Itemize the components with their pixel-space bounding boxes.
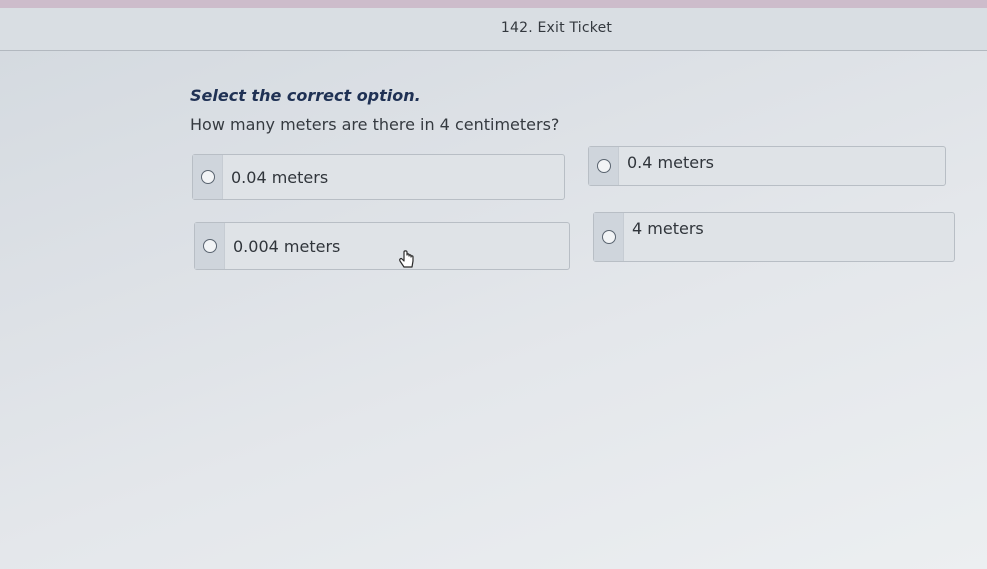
question-instruction: Select the correct option. <box>190 86 421 105</box>
radio-empty-icon[interactable] <box>601 230 616 244</box>
radio-cell <box>594 213 624 261</box>
radio-empty-icon[interactable] <box>200 170 215 184</box>
question-prompt: How many meters are there in 4 centimete… <box>190 115 560 134</box>
answer-option-label: 0.04 meters <box>231 167 329 187</box>
radio-empty-icon[interactable] <box>202 239 217 253</box>
radio-cell <box>589 147 619 185</box>
answer-option-label: 4 meters <box>632 218 704 238</box>
answer-option-2[interactable]: 0.4 meters <box>588 146 946 186</box>
question-block: Select the correct option. How many mete… <box>190 86 559 134</box>
answer-option-1[interactable]: 0.04 meters <box>192 154 565 200</box>
top-strip <box>0 0 987 8</box>
answer-option-3[interactable]: 0.004 meters <box>194 222 570 270</box>
answer-option-label: 0.4 meters <box>627 152 714 172</box>
page-title: 142. Exit Ticket <box>500 20 613 36</box>
radio-cell <box>193 155 223 199</box>
radio-cell <box>195 223 225 269</box>
answer-option-label: 0.004 meters <box>233 236 341 256</box>
radio-empty-icon[interactable] <box>596 159 611 173</box>
hand-pointer-icon <box>399 250 414 268</box>
answer-option-4[interactable]: 4 meters <box>593 212 955 262</box>
